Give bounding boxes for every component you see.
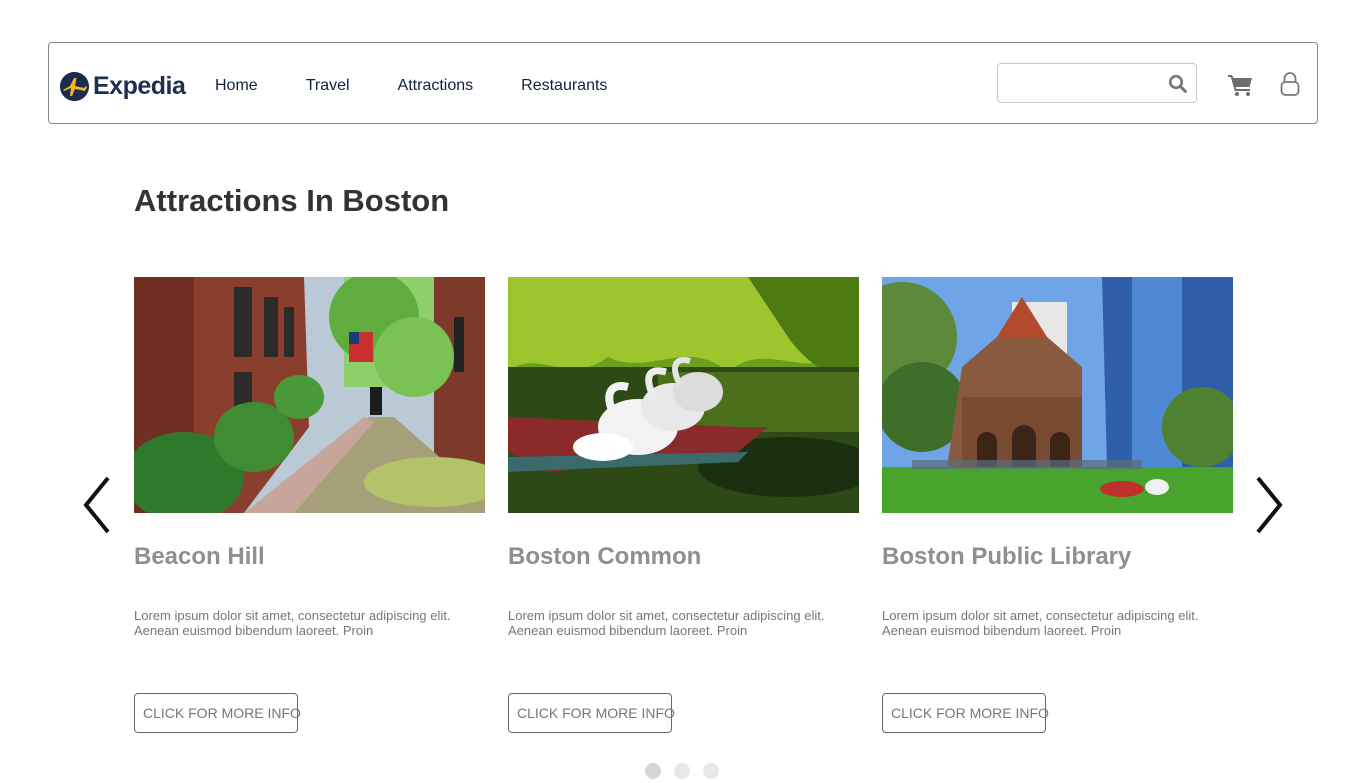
beacon-hill-photo[interactable] — [134, 277, 485, 513]
carousel-dot-2[interactable] — [674, 763, 690, 779]
card-title: Boston Common — [508, 543, 702, 570]
more-info-button[interactable]: CLICK FOR MORE INFO — [882, 693, 1049, 733]
carousel-next-arrow-icon[interactable] — [1254, 476, 1284, 534]
main-nav: Home Travel Attractions Restaurants — [215, 76, 607, 96]
nav-home[interactable]: Home — [215, 76, 258, 96]
attraction-card-boston-common: Boston Common Lorem ipsum dolor sit amet… — [508, 277, 859, 737]
page-title: Attractions In Boston — [134, 183, 450, 218]
card-description: Lorem ipsum dolor sit amet, consectetur … — [134, 608, 451, 638]
expedia-logo[interactable]: Expedia — [60, 71, 186, 101]
carousel-dot-1[interactable] — [645, 763, 661, 779]
boston-common-photo[interactable] — [508, 277, 859, 513]
boston-public-library-photo[interactable] — [882, 277, 1233, 513]
card-description: Lorem ipsum dolor sit amet, consectetur … — [882, 608, 1199, 638]
more-info-button[interactable]: CLICK FOR MORE INFO — [134, 693, 301, 733]
search-input[interactable] — [1006, 72, 1164, 94]
logo-text: Expedia — [93, 72, 186, 100]
nav-restaurants[interactable]: Restaurants — [521, 76, 607, 96]
attraction-card-beacon-hill: Beacon Hill Lorem ipsum dolor sit amet, … — [134, 277, 485, 737]
airplane-globe-icon — [60, 71, 89, 101]
card-title: Boston Public Library — [882, 543, 1132, 570]
card-description: Lorem ipsum dolor sit amet, consectetur … — [508, 608, 825, 638]
carousel-pagination — [645, 763, 732, 779]
page: Expedia Home Travel Attractions Restaura… — [0, 0, 1366, 783]
search-icon[interactable] — [1168, 74, 1188, 94]
top-navbar: Expedia Home Travel Attractions Restaura… — [48, 42, 1318, 124]
carousel-dot-3[interactable] — [703, 763, 719, 779]
attraction-card-boston-public-library: Boston Public Library Lorem ipsum dolor … — [882, 277, 1233, 737]
search-box — [997, 63, 1197, 103]
nav-attractions[interactable]: Attractions — [398, 76, 474, 96]
user-lock-icon[interactable] — [1280, 71, 1300, 97]
card-title: Beacon Hill — [134, 543, 265, 570]
cart-icon[interactable] — [1227, 73, 1253, 97]
more-info-button[interactable]: CLICK FOR MORE INFO — [508, 693, 675, 733]
nav-travel[interactable]: Travel — [306, 76, 350, 96]
carousel-prev-arrow-icon[interactable] — [82, 476, 112, 534]
